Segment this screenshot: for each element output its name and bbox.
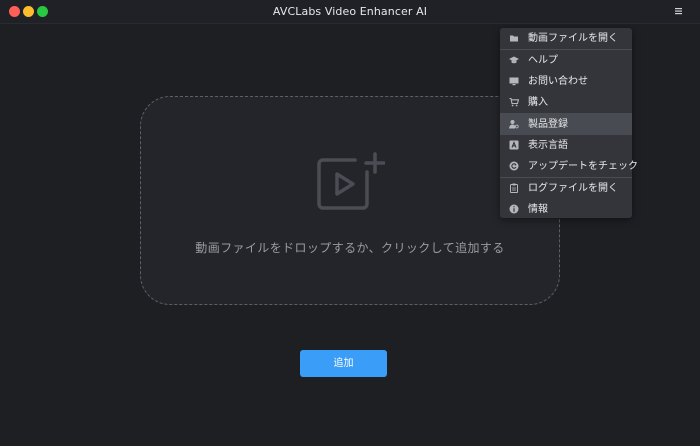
menu-item-help[interactable]: ヘルプ — [500, 50, 632, 71]
menu-item-register[interactable]: 製品登録 — [500, 114, 632, 135]
menu-item-check-update[interactable]: アップデートをチェック — [500, 156, 638, 177]
add-button[interactable]: 追加 — [300, 350, 387, 377]
video-drop-zone[interactable]: 動画ファイルをドロップするか、クリックして追加する — [140, 96, 560, 305]
drop-instruction: 動画ファイルをドロップするか、クリックして追加する — [195, 241, 505, 255]
app-menu-dropdown: 動画ファイルを開く ヘルプ お問い合わせ 購入 製品登録 表示言語 アップデート… — [500, 28, 638, 220]
menu-item-contact[interactable]: お問い合わせ — [500, 71, 632, 92]
hamburger-icon[interactable] — [672, 3, 686, 19]
menu-item-open-video[interactable]: 動画ファイルを開く — [500, 28, 632, 49]
menu-item-language[interactable]: 表示言語 — [500, 135, 632, 156]
user-key-icon — [509, 120, 519, 129]
window-title: AVCLabs Video Enhancer AI — [272, 5, 428, 18]
folder-icon — [510, 35, 518, 42]
title-bar: AVCLabs Video Enhancer AI — [0, 0, 700, 24]
menu-item-label: 情報 — [528, 204, 548, 215]
refresh-icon — [509, 161, 519, 171]
app-window: AVCLabs Video Enhancer AI 動画ファイルをドロップするか… — [0, 0, 700, 446]
menu-item-label: 表示言語 — [528, 140, 568, 151]
menu-item-label: 動画ファイルを開く — [528, 33, 618, 44]
menu-item-label: ヘルプ — [528, 55, 558, 66]
menu-item-label: アップデートをチェック — [528, 161, 638, 172]
video-add-icon — [317, 152, 385, 210]
monitor-icon — [509, 77, 519, 86]
menu-item-open-log[interactable]: ログファイルを開く — [500, 178, 632, 199]
menu-item-purchase[interactable]: 購入 — [500, 92, 632, 113]
menu-item-label: ログファイルを開く — [528, 183, 618, 194]
clipboard-icon — [510, 183, 518, 193]
cart-icon — [509, 97, 519, 107]
menu-item-label: お問い合わせ — [528, 76, 588, 87]
graduation-cap-icon — [509, 56, 519, 64]
menu-item-about[interactable]: 情報 — [500, 199, 632, 220]
info-icon — [509, 204, 519, 214]
language-icon — [509, 140, 519, 150]
menu-item-label: 製品登録 — [528, 119, 568, 130]
menu-item-label: 購入 — [528, 97, 548, 108]
